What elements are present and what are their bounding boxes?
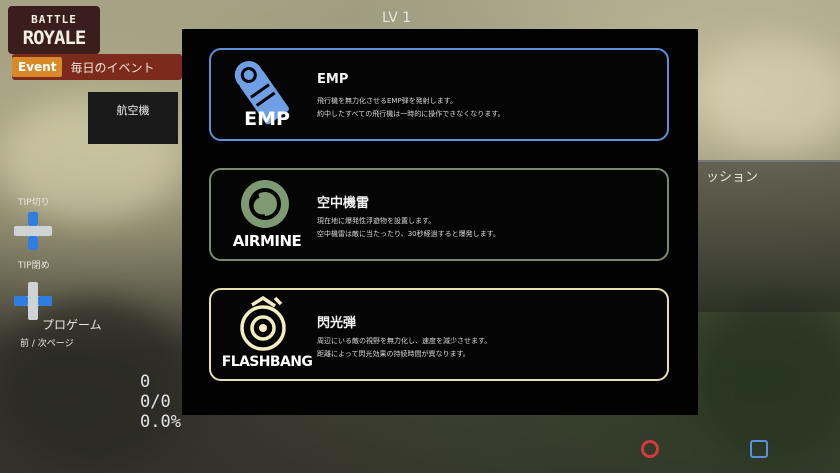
skill-description-line1: 周辺にいる敵の視野を無力化し、速度を減少させます。 [317, 337, 492, 345]
skill-item-flashbang[interactable]: FLASHBANG 閃光弾 周辺にいる敵の視野を無力化し、速度を減少させます。 … [209, 288, 669, 381]
aircraft-card[interactable]: 航空機 [88, 92, 178, 144]
nav-label: プロゲーム [42, 318, 102, 332]
tip-open-hint: TIP切り [18, 198, 50, 208]
airmine-icon: AIRMINE [219, 176, 315, 254]
skill-name: 閃光弾 [317, 316, 357, 331]
skill-name: EMP [317, 72, 349, 87]
tip-close-hint: TIP閉め [18, 261, 50, 271]
event-banner[interactable]: Event 毎日のイベント [12, 54, 182, 80]
skill-description-line2: 空中機雷は敵に当たったり、30秒経過すると爆発します。 [317, 230, 500, 238]
flashbang-icon: FLASHBANG [219, 295, 315, 374]
skill-description-line2: 約中したすべての飛行機は一時的に操作できなくなります。 [317, 110, 505, 118]
player-level: LV 1 [382, 10, 412, 26]
game-logo: BATTLE ROYALE [8, 6, 100, 54]
mission-panel-title: ッション [706, 170, 759, 185]
stats-values: 0 0/0 0.0% [140, 372, 181, 432]
stat-percent: 0.0% [140, 412, 181, 432]
circle-button-icon[interactable] [641, 440, 659, 458]
mission-panel: ッション [698, 160, 840, 312]
aircraft-card-sub [88, 120, 178, 129]
aircraft-card-title: 航空機 [116, 104, 150, 117]
stat-kills: 0 [140, 372, 151, 392]
event-tag: Event [12, 57, 63, 77]
skill-item-emp[interactable]: EMP EMP 飛行機を無力化させるEMP弾を発射します。 約中したすべての飛行… [209, 48, 669, 141]
skill-item-airmine[interactable]: AIRMINE 空中機雷 現在地に爆発性浮遊物を設置します。 空中機雷は敵に当た… [209, 168, 669, 261]
emp-icon: EMP [219, 56, 315, 134]
skill-select-modal: EMP EMP 飛行機を無力化させるEMP弾を発射します。 約中したすべての飛行… [182, 29, 698, 415]
airmine-icon-label: AIRMINE [232, 232, 302, 250]
emp-icon-label: EMP [244, 108, 290, 130]
skill-description-line2: 距離によって閃光効果の持続時間が異なります。 [317, 350, 470, 358]
skill-name: 空中機雷 [317, 196, 370, 211]
skill-description-line1: 飛行機を無力化させるEMP弾を発射します。 [317, 97, 457, 105]
nav-sub-label: 前 / 次ページ [20, 339, 74, 349]
stat-ratio: 0/0 [140, 392, 171, 412]
flashbang-icon-label: FLASHBANG [221, 354, 313, 370]
skill-description-line1: 現在地に爆発性浮遊物を設置します。 [317, 217, 436, 225]
cross-button-icon[interactable] [750, 440, 768, 458]
dpad-up-icon [12, 210, 54, 252]
event-text: 毎日のイベント [70, 60, 155, 75]
